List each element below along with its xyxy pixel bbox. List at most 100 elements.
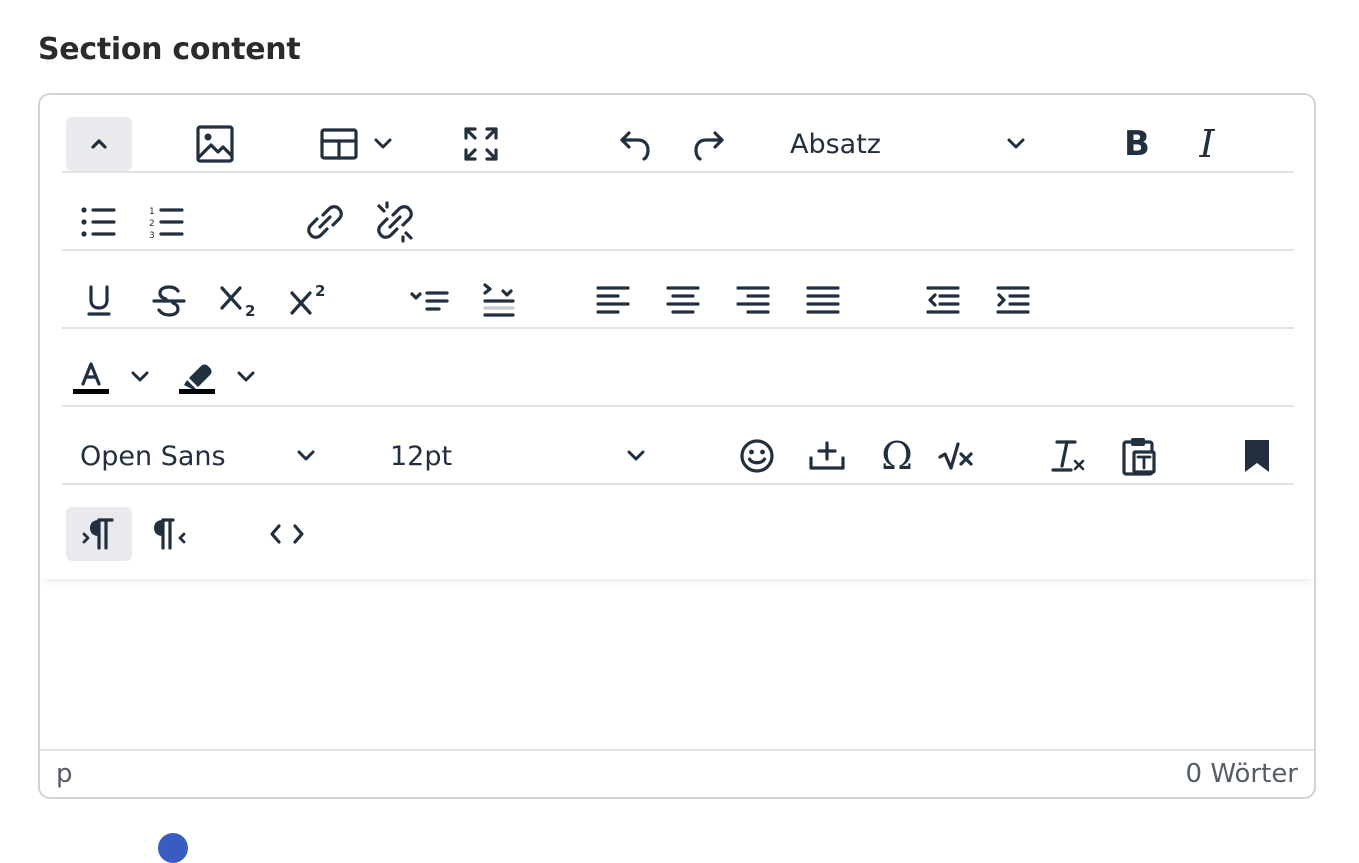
section-title: Section content — [38, 32, 301, 67]
highlight-color-button[interactable] — [172, 351, 272, 405]
font-family-value: Open Sans — [80, 440, 226, 472]
editor-content-area[interactable] — [40, 579, 1314, 751]
rtl-icon — [154, 518, 186, 550]
clear-formatting-icon — [1051, 440, 1085, 472]
toolbar-row-2: 1 2 3 — [62, 173, 1294, 251]
italic-icon: I — [1199, 122, 1215, 166]
subscript-icon: 2 — [220, 286, 255, 320]
math-equation-button[interactable] — [924, 429, 990, 483]
toolbar-row-4 — [62, 329, 1294, 407]
align-left-button[interactable] — [580, 273, 646, 327]
unlink-button[interactable] — [362, 195, 428, 249]
italic-button[interactable]: I — [1174, 117, 1240, 171]
bold-icon: B — [1124, 124, 1150, 164]
toggle-toolbar-button[interactable] — [66, 117, 132, 171]
superscript-button[interactable]: 2 — [276, 273, 342, 327]
bullet-list-icon — [81, 207, 116, 237]
svg-text:2: 2 — [315, 282, 325, 300]
svg-text:2: 2 — [245, 302, 255, 320]
special-character-button[interactable]: Ω — [864, 429, 930, 483]
redo-button[interactable] — [676, 117, 742, 171]
source-code-button[interactable] — [254, 507, 320, 561]
align-center-icon — [666, 286, 700, 314]
link-icon — [307, 205, 343, 239]
align-center-button[interactable] — [650, 273, 716, 327]
insert-template-button[interactable] — [794, 429, 860, 483]
toolbar-row-5: Open Sans 12pt Ω — [62, 407, 1294, 485]
undo-button[interactable] — [602, 117, 668, 171]
rtl-button[interactable] — [136, 507, 202, 561]
insert-table-button[interactable] — [308, 117, 408, 171]
underline-button[interactable] — [66, 273, 132, 327]
text-color-icon — [73, 362, 149, 394]
outdent-button[interactable] — [910, 273, 976, 327]
checklist-button[interactable] — [396, 273, 462, 327]
insert-link-button[interactable] — [292, 195, 358, 249]
font-family-select[interactable]: Open Sans — [62, 429, 332, 483]
align-justify-icon — [806, 286, 840, 314]
paste-text-icon — [1122, 438, 1156, 476]
highlight-color-icon — [179, 364, 255, 394]
font-size-value: 12pt — [390, 440, 453, 472]
unlink-icon — [377, 201, 413, 243]
align-left-icon — [596, 286, 630, 314]
source-code-icon — [270, 524, 304, 544]
strikethrough-icon — [152, 285, 186, 317]
chevron-down-icon — [237, 371, 255, 382]
editor-statusbar: p 0 Wörter — [40, 749, 1314, 797]
insert-template-icon — [809, 441, 845, 470]
chevron-up-icon — [91, 139, 107, 149]
fullscreen-button[interactable] — [448, 117, 514, 171]
chevron-down-icon — [131, 371, 149, 382]
svg-text:1: 1 — [149, 207, 155, 217]
help-icon[interactable] — [158, 833, 188, 863]
align-justify-button[interactable] — [790, 273, 856, 327]
ltr-button[interactable] — [66, 507, 132, 561]
paste-as-text-button[interactable] — [1106, 429, 1172, 483]
indent-icon — [996, 286, 1030, 314]
table-icon — [320, 128, 392, 160]
chevron-down-icon — [1007, 138, 1025, 149]
block-format-select[interactable]: Absatz — [772, 117, 1042, 171]
svg-text:2: 2 — [149, 219, 155, 229]
chevron-down-icon — [627, 450, 645, 461]
checklist-rtl-icon — [483, 283, 515, 317]
align-right-button[interactable] — [720, 273, 786, 327]
align-right-icon — [736, 286, 770, 314]
editor-toolbar: Absatz B I 1 2 3 2 2 Open Sans 12pt Ω — [40, 95, 1314, 579]
bold-button[interactable]: B — [1104, 117, 1170, 171]
numbered-list-icon: 1 2 3 — [149, 207, 184, 241]
underline-icon — [87, 285, 111, 316]
svg-text:3: 3 — [149, 231, 155, 241]
element-path[interactable]: p — [56, 759, 73, 789]
image-icon — [196, 125, 234, 163]
clear-formatting-button[interactable] — [1036, 429, 1102, 483]
chevron-down-icon — [297, 450, 315, 461]
subscript-button[interactable]: 2 — [206, 273, 272, 327]
text-color-button[interactable] — [66, 351, 166, 405]
bookmark-icon — [1245, 440, 1269, 472]
superscript-icon: 2 — [290, 282, 325, 315]
insert-image-button[interactable] — [182, 117, 248, 171]
toolbar-row-6 — [62, 485, 1294, 563]
checklist-rtl-button[interactable] — [466, 273, 532, 327]
ltr-icon — [82, 518, 114, 550]
redo-icon — [694, 131, 724, 161]
bullet-list-button[interactable] — [66, 195, 132, 249]
rich-text-editor: Absatz B I 1 2 3 2 2 Open Sans 12pt Ω p … — [38, 93, 1316, 799]
omega-icon: Ω — [881, 434, 913, 478]
indent-button[interactable] — [980, 273, 1046, 327]
toolbar-row-1: Absatz B I — [62, 95, 1294, 173]
chevron-down-icon — [374, 138, 392, 149]
math-icon — [938, 442, 973, 470]
block-format-value: Absatz — [790, 128, 881, 160]
outdent-icon — [926, 286, 960, 314]
word-count[interactable]: 0 Wörter — [1186, 759, 1298, 789]
emoji-button[interactable] — [724, 429, 790, 483]
fullscreen-icon — [464, 127, 498, 161]
toolbar-row-3: 2 2 — [62, 251, 1294, 329]
numbered-list-button[interactable]: 1 2 3 — [134, 195, 200, 249]
bookmark-button[interactable] — [1224, 429, 1290, 483]
strikethrough-button[interactable] — [136, 273, 202, 327]
font-size-select[interactable]: 12pt — [372, 429, 662, 483]
